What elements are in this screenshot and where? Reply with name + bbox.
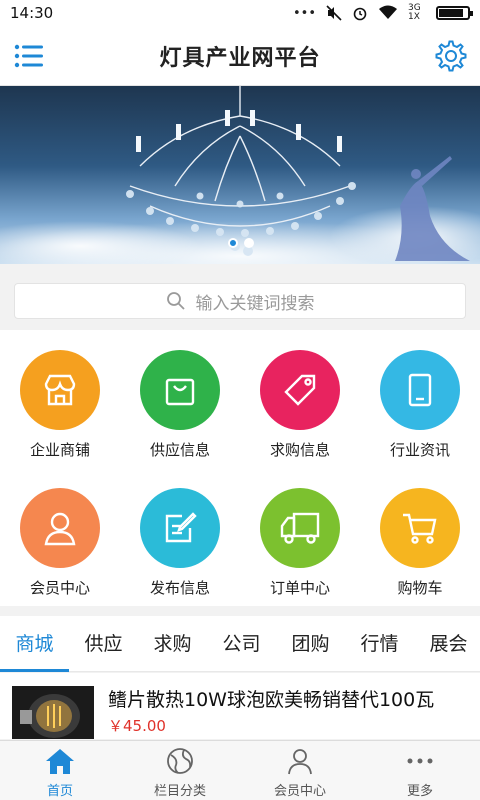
search-input[interactable]: 输入关键词搜索: [14, 283, 466, 319]
tag-icon-circle: [260, 350, 340, 430]
grid-label: 购物车: [397, 579, 443, 597]
tab-buy[interactable]: 求购: [138, 616, 207, 672]
truck-icon: [280, 512, 320, 544]
grid-label: 供应信息: [149, 441, 210, 459]
tablet-icon: [408, 373, 432, 407]
bottom-navigation: 首页 栏目分类 会员中心 更多: [0, 740, 480, 800]
grid-item-supply[interactable]: 供应信息: [120, 330, 240, 460]
nav-member[interactable]: 会员中心: [240, 741, 360, 800]
status-time: 14:30: [10, 4, 54, 22]
user-icon-circle: [20, 488, 100, 568]
carousel-dot-1[interactable]: [228, 238, 238, 248]
globe-icon: [167, 748, 193, 774]
more-icon: [407, 758, 433, 764]
grid-label: 发布信息: [149, 579, 210, 597]
truck-icon-circle: [260, 488, 340, 568]
battery-icon: [436, 6, 473, 20]
page-title: 灯具产业网平台: [159, 45, 321, 71]
product-thumbnail: [12, 686, 94, 739]
user-icon: [44, 512, 76, 546]
edit-icon: [165, 512, 197, 543]
gear-icon: [435, 40, 467, 72]
grid-item-buy[interactable]: 求购信息: [240, 330, 360, 460]
grid-item-cart[interactable]: 购物车: [360, 468, 480, 598]
banner-carousel[interactable]: [0, 86, 480, 264]
notification-dots-icon: •••: [292, 5, 316, 21]
settings-button[interactable]: [434, 39, 468, 73]
nav-label: 首页: [46, 784, 73, 799]
tab-market[interactable]: 行情: [345, 616, 414, 672]
menu-button[interactable]: [14, 42, 44, 70]
search-placeholder: 输入关键词搜索: [195, 293, 315, 314]
app-header: 灯具产业网平台: [0, 26, 480, 86]
tab-expo[interactable]: 展会: [414, 616, 480, 672]
nav-categories[interactable]: 栏目分类: [120, 741, 240, 800]
store-icon: [44, 374, 76, 406]
grid-label: 订单中心: [269, 579, 330, 597]
status-bar: 14:30 ••• 3G 1X: [0, 0, 480, 26]
grid-item-member[interactable]: 会员中心: [0, 468, 120, 598]
grid-label: 行业资讯: [389, 441, 450, 459]
grid-item-news[interactable]: 行业资讯: [360, 330, 480, 460]
product-price: ￥45.00: [108, 717, 166, 735]
alarm-icon: [353, 7, 367, 21]
menu-icon: [14, 44, 43, 68]
bulb-image: [20, 694, 80, 738]
mute-icon: [326, 5, 342, 21]
grid-item-publish[interactable]: 发布信息: [120, 468, 240, 598]
grid-label: 企业商铺: [29, 441, 90, 459]
tablet-icon-circle: [380, 350, 460, 430]
tab-group-buy[interactable]: 团购: [276, 616, 345, 672]
shopping-bag-icon-circle: [140, 350, 220, 430]
feature-grid: 企业商铺 供应信息 求购信息 行业资讯 会员中心 发布信息 订单中心 购物车: [0, 330, 480, 606]
nav-label: 会员中心: [273, 784, 326, 799]
nav-label: 更多: [406, 784, 433, 799]
carousel-dot-2[interactable]: [244, 238, 254, 248]
product-name: 鳍片散热10W球泡欧美畅销替代100瓦: [108, 689, 435, 711]
grid-item-store[interactable]: 企业商铺: [0, 330, 120, 460]
edit-icon-circle: [140, 488, 220, 568]
nav-home[interactable]: 首页: [0, 741, 120, 800]
product-list-item[interactable]: 鳍片散热10W球泡欧美畅销替代100瓦 ￥45.00: [0, 673, 480, 739]
user-icon: [288, 749, 312, 775]
tab-supply[interactable]: 供应: [69, 616, 138, 672]
tab-company[interactable]: 公司: [207, 616, 276, 672]
cart-icon-circle: [380, 488, 460, 568]
grid-item-orders[interactable]: 订单中心: [240, 468, 360, 598]
chandelier-banner-image: [0, 86, 480, 264]
tab-mall[interactable]: 商城: [0, 616, 69, 672]
network-type: 3G 1X: [408, 3, 421, 22]
search-icon: [166, 292, 185, 310]
tag-icon: [284, 374, 316, 406]
category-tabs: 商城 供应 求购 公司 团购 行情 展会: [0, 616, 480, 672]
grid-label: 求购信息: [269, 441, 330, 459]
shopping-bag-icon: [165, 378, 195, 406]
nav-label: 栏目分类: [153, 784, 206, 799]
home-icon: [46, 749, 74, 774]
wifi-icon: [379, 5, 397, 19]
grid-label: 会员中心: [29, 579, 90, 597]
status-icons: ••• 3G 1X: [292, 3, 473, 22]
cart-icon: [403, 513, 437, 544]
store-icon-circle: [20, 350, 100, 430]
search-section: 输入关键词搜索: [0, 270, 480, 330]
nav-more[interactable]: 更多: [360, 741, 480, 800]
